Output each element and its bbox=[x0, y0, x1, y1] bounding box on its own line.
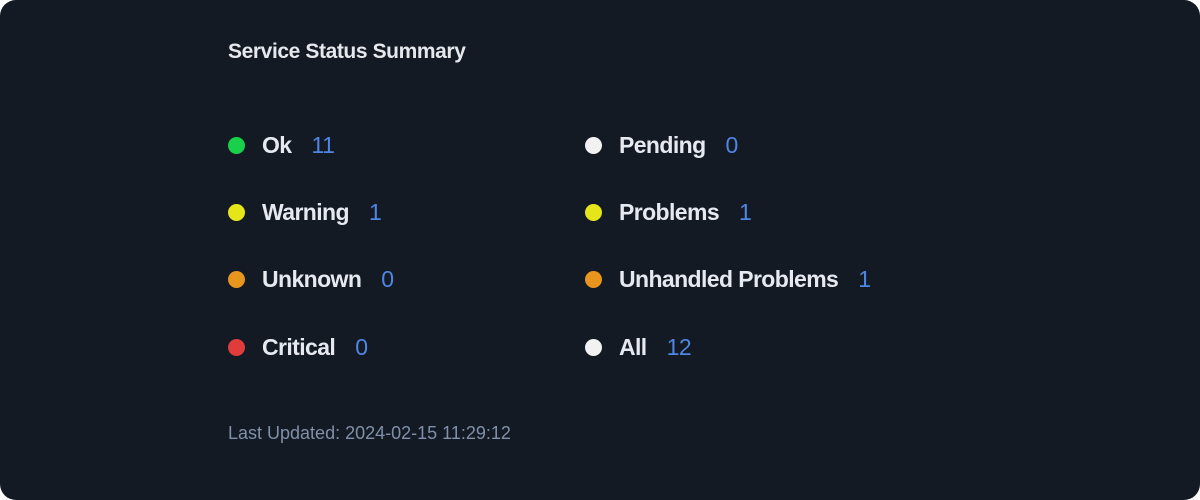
card-title: Service Status Summary bbox=[228, 40, 466, 63]
status-row-unhandled-problems[interactable]: Unhandled Problems 1 bbox=[585, 264, 871, 294]
status-row-critical[interactable]: Critical 0 bbox=[228, 332, 368, 362]
status-count[interactable]: 1 bbox=[369, 199, 382, 226]
green-dot-icon bbox=[228, 136, 245, 154]
status-label: Warning bbox=[262, 198, 350, 225]
yellow-dot-icon bbox=[228, 203, 245, 221]
status-count[interactable]: 1 bbox=[858, 266, 871, 293]
status-label: Problems bbox=[619, 198, 720, 225]
orange-dot-icon bbox=[228, 270, 245, 288]
status-label: Unhandled Problems bbox=[619, 265, 839, 292]
status-count[interactable]: 11 bbox=[311, 132, 334, 159]
status-count[interactable]: 0 bbox=[355, 334, 368, 361]
status-label: All bbox=[619, 333, 647, 360]
white-dot-icon bbox=[585, 136, 602, 154]
status-row-problems[interactable]: Problems 1 bbox=[585, 197, 752, 227]
status-count[interactable]: 1 bbox=[739, 199, 752, 226]
service-status-card: Service Status Summary Ok 11 Warning 1 U… bbox=[0, 0, 1200, 500]
status-count[interactable]: 0 bbox=[726, 132, 739, 159]
status-count[interactable]: 0 bbox=[381, 266, 394, 293]
red-dot-icon bbox=[228, 338, 245, 356]
status-row-unknown[interactable]: Unknown 0 bbox=[228, 264, 394, 294]
status-row-ok[interactable]: Ok 11 bbox=[228, 130, 335, 160]
status-label: Pending bbox=[619, 131, 706, 158]
last-updated-text: Last Updated: 2024-02-15 11:29:12 bbox=[228, 423, 511, 443]
status-label: Critical bbox=[262, 333, 336, 360]
status-row-all[interactable]: All 12 bbox=[585, 332, 692, 362]
status-count[interactable]: 12 bbox=[667, 334, 692, 361]
orange-dot-icon bbox=[585, 270, 602, 288]
status-label: Unknown bbox=[262, 265, 362, 292]
status-row-pending[interactable]: Pending 0 bbox=[585, 130, 738, 160]
yellow-dot-icon bbox=[585, 203, 602, 221]
status-label: Ok bbox=[262, 131, 292, 158]
status-row-warning[interactable]: Warning 1 bbox=[228, 197, 382, 227]
white-dot-icon bbox=[585, 338, 602, 356]
